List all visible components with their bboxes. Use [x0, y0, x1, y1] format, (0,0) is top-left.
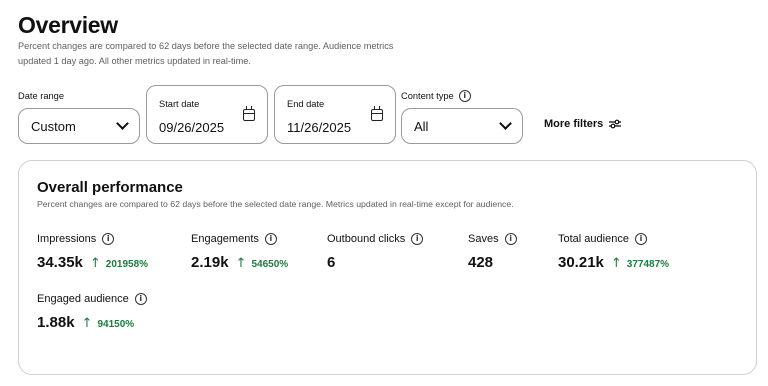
metric-change-text: 201958% — [105, 259, 149, 270]
start-date-label: Start date — [159, 99, 200, 109]
arrow-up-icon: ↑ — [81, 316, 93, 331]
info-icon[interactable]: i — [264, 233, 277, 245]
metric-value: 1.88k — [37, 314, 75, 331]
metric-change: ↑ 54650% — [236, 256, 289, 271]
metric-label: Total audience — [558, 233, 629, 245]
metric-change-text: 94150% — [97, 319, 135, 330]
end-date-label: End date — [287, 99, 325, 109]
metric-change-text: 377487% — [626, 259, 670, 270]
metric-impressions: Impressions i 34.35k ↑ 201958% — [37, 233, 148, 271]
content-type-select[interactable]: All — [401, 108, 523, 144]
arrow-up-icon: ↑ — [610, 256, 622, 271]
start-date-value: 09/26/2025 — [159, 120, 225, 135]
metric-total-audience: Total audience i 30.21k ↑ 377487% — [558, 233, 669, 271]
metric-change: ↑ 94150% — [82, 316, 135, 331]
chevron-down-icon — [499, 117, 512, 130]
start-date-field[interactable]: Start date 09/26/2025 — [146, 85, 268, 144]
more-filters-button[interactable]: More filters — [544, 118, 622, 130]
calendar-icon[interactable] — [371, 106, 383, 121]
page-title: Overview — [18, 12, 118, 38]
overall-performance-card: Overall performance Percent changes are … — [18, 160, 757, 375]
card-subtitle: Percent changes are compared to 62 days … — [37, 199, 514, 209]
metric-value: 6 — [327, 254, 336, 271]
info-icon[interactable]: i — [102, 233, 115, 245]
metric-value: 30.21k — [558, 254, 604, 271]
end-date-field[interactable]: End date 11/26/2025 — [274, 85, 396, 144]
calendar-icon[interactable] — [243, 106, 255, 121]
date-range-label: Date range — [18, 91, 64, 101]
date-range-label-text: Date range — [18, 91, 64, 101]
metric-engaged-audience: Engaged audience i 1.88k ↑ 94150% — [37, 293, 147, 331]
arrow-up-icon: ↑ — [89, 256, 101, 271]
info-icon[interactable]: i — [634, 233, 647, 245]
metric-value: 428 — [468, 254, 494, 271]
date-range-value: Custom — [31, 118, 76, 134]
metric-value: 34.35k — [37, 254, 83, 271]
metric-label: Saves — [468, 233, 499, 245]
metric-label: Engagements — [191, 233, 259, 245]
metric-change: ↑ 377487% — [611, 256, 669, 271]
date-range-select[interactable]: Custom — [18, 108, 140, 144]
metric-saves: Saves i 428 — [468, 233, 517, 271]
metric-label: Outbound clicks — [327, 233, 406, 245]
info-icon[interactable]: i — [504, 233, 517, 245]
end-date-value: 11/26/2025 — [287, 120, 352, 135]
content-type-label-text: Content type — [401, 91, 454, 101]
metric-engagements: Engagements i 2.19k ↑ 54650% — [191, 233, 288, 271]
info-icon[interactable]: i — [458, 90, 471, 102]
filter-sliders-icon — [609, 119, 622, 129]
info-icon[interactable]: i — [134, 293, 147, 305]
metric-label: Impressions — [37, 233, 97, 245]
metric-outbound-clicks: Outbound clicks i 6 — [327, 233, 424, 271]
card-title: Overall performance — [37, 179, 183, 196]
page-subtitle: Percent changes are compared to 62 days … — [18, 41, 394, 66]
metric-value: 2.19k — [191, 254, 229, 271]
info-icon[interactable]: i — [411, 233, 424, 245]
content-type-value: All — [414, 118, 429, 134]
chevron-down-icon — [116, 117, 129, 130]
arrow-up-icon: ↑ — [235, 256, 247, 271]
content-type-label: Content type i — [401, 90, 471, 102]
metric-label: Engaged audience — [37, 293, 129, 305]
metric-change-text: 54650% — [251, 259, 289, 270]
more-filters-label: More filters — [544, 118, 604, 130]
metric-change: ↑ 201958% — [90, 256, 148, 271]
